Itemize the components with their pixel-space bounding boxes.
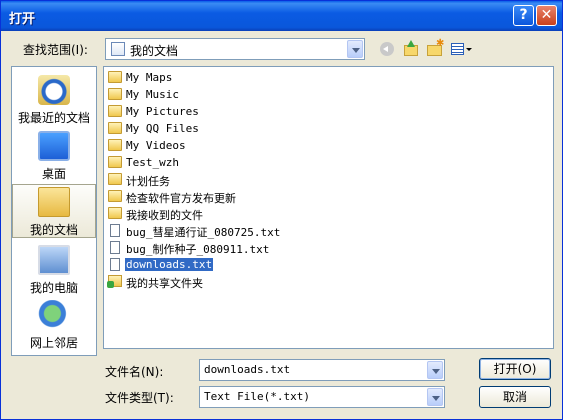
item-name: 我接收到的文件 <box>126 209 203 222</box>
back-icon[interactable] <box>377 39 397 59</box>
place-recent-documents[interactable]: 我最近的文档 <box>13 73 95 125</box>
folder-icon <box>108 71 122 83</box>
place-label: 我的电脑 <box>29 281 78 295</box>
folder-icon <box>108 139 122 151</box>
text-file-icon <box>110 258 120 271</box>
place-label: 桌面 <box>41 167 66 181</box>
text-file-icon <box>110 241 120 254</box>
folder-icon <box>108 207 122 219</box>
my-computer-icon <box>38 245 70 275</box>
place-label: 我的文档 <box>29 223 78 237</box>
item-name: 计划任务 <box>126 175 170 188</box>
file-type-dropdown[interactable]: Text File(*.txt) <box>199 386 445 408</box>
window-title: 打开 <box>9 12 36 27</box>
place-label: 网上邻居 <box>29 336 78 350</box>
look-in-label: 查找范围(I): <box>23 43 88 57</box>
item-name: Test_wzh <box>126 156 179 169</box>
file-name-field[interactable]: downloads.txt <box>199 359 445 381</box>
new-folder-icon[interactable] <box>425 38 445 59</box>
folder-icon <box>108 88 122 100</box>
item-name: downloads.txt <box>123 257 215 272</box>
file-name-value[interactable]: downloads.txt <box>204 363 290 376</box>
help-button[interactable]: ? <box>513 5 534 26</box>
text-file-icon <box>110 224 120 237</box>
cancel-button[interactable]: 取消 <box>479 386 551 408</box>
place-label: 我最近的文档 <box>17 111 90 125</box>
place-network[interactable]: 网上邻居 <box>13 298 95 350</box>
close-button[interactable]: ✕ <box>536 5 557 26</box>
item-name: bug_彗星通行证_080725.txt <box>126 226 281 239</box>
open-button[interactable]: 打开(O) <box>479 358 551 380</box>
item-name: My Music <box>126 88 179 101</box>
folder-icon <box>108 173 122 185</box>
item-name: My Videos <box>126 139 186 152</box>
my-documents-icon <box>38 187 70 217</box>
chevron-down-icon[interactable] <box>427 361 443 379</box>
my-documents-icon <box>111 42 125 56</box>
item-name: My Maps <box>126 71 173 84</box>
chevron-down-icon[interactable] <box>427 388 443 406</box>
file-type-label: 文件类型(T): <box>105 391 174 405</box>
up-folder-icon[interactable] <box>401 39 421 59</box>
item-name: bug_制作种子_080911.txt <box>126 243 270 256</box>
chevron-down-icon[interactable] <box>347 40 363 58</box>
file-type-value: Text File(*.txt) <box>204 390 310 403</box>
folder-icon <box>108 122 122 134</box>
item-name: 我的共享文件夹 <box>126 277 203 290</box>
folder-icon <box>108 156 122 168</box>
place-my-computer[interactable]: 我的电脑 <box>13 243 95 295</box>
look-in-dropdown[interactable]: 我的文档 <box>105 38 365 60</box>
item-name: My Pictures <box>126 105 199 118</box>
folder-icon <box>108 190 122 202</box>
view-menu-icon[interactable] <box>449 39 473 59</box>
recent-documents-icon <box>38 75 70 105</box>
folder-icon <box>108 105 122 117</box>
place-my-documents[interactable]: 我的文档 <box>12 184 96 238</box>
place-desktop[interactable]: 桌面 <box>13 129 95 181</box>
places-bar: 我最近的文档 桌面 我的文档 我的电脑 网上邻居 <box>11 66 97 356</box>
network-places-icon <box>38 300 70 330</box>
desktop-icon <box>38 131 70 161</box>
open-file-dialog: 打开 ? ✕ 查找范围(I): 我的文档 我最近的文档 桌面 我的文档 我的电脑 <box>0 0 563 420</box>
file-name-label: 文件名(N): <box>105 365 164 379</box>
item-name: My QQ Files <box>126 122 199 135</box>
title-bar[interactable]: 打开 ? ✕ <box>1 1 562 31</box>
shared-folder-icon <box>107 275 122 288</box>
look-in-value: 我的文档 <box>130 44 179 58</box>
item-name: 检查软件官方发布更新 <box>126 192 236 205</box>
file-list[interactable]: My Maps My Music My Pictures My QQ Files… <box>103 66 554 349</box>
